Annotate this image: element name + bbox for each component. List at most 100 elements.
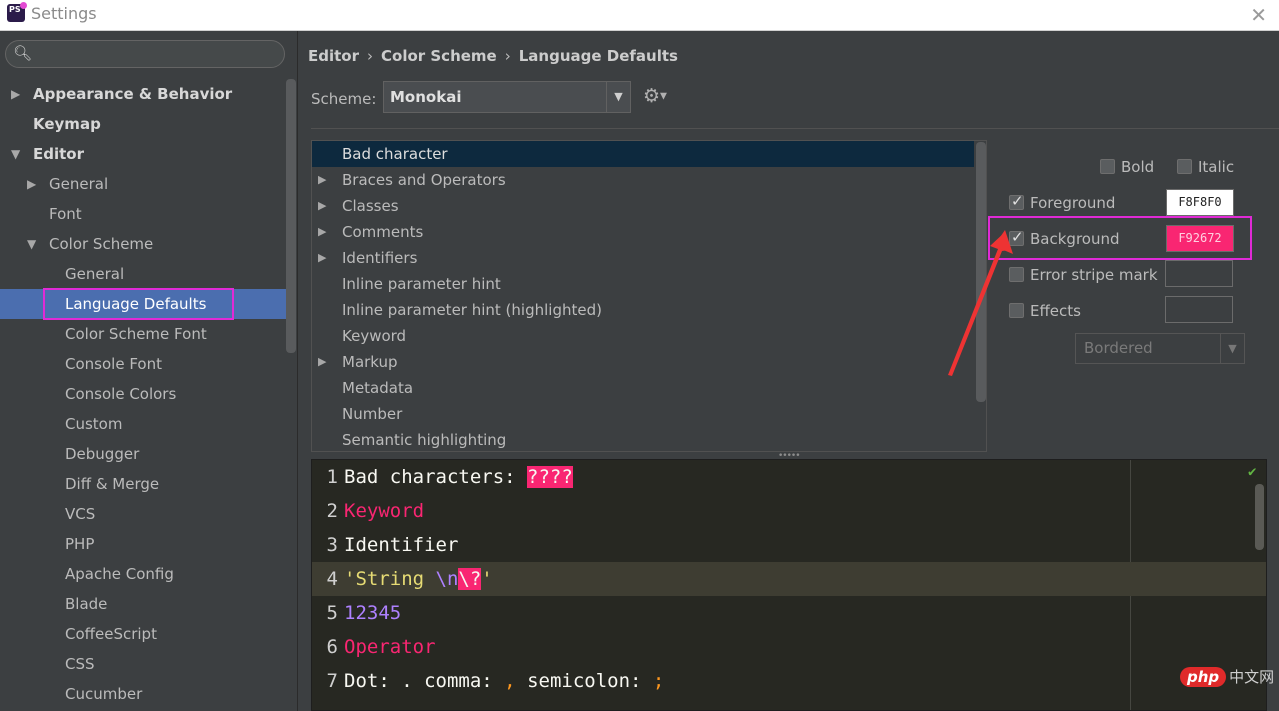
sidebar-item[interactable]: Apache Config: [0, 559, 298, 589]
code-text: Dot:: [344, 670, 402, 692]
effects-type-select[interactable]: Bordered ▼: [1075, 333, 1245, 364]
sidebar-item[interactable]: Blade: [0, 589, 298, 619]
sidebar-item[interactable]: ▼ Color Scheme: [0, 229, 298, 259]
sidebar-scrollbar[interactable]: [286, 79, 296, 353]
effects-color-swatch[interactable]: [1165, 296, 1233, 323]
italic-checkbox-row[interactable]: Italic: [1177, 157, 1234, 176]
watermark-logo: php: [1180, 667, 1227, 687]
scheme-select[interactable]: Monokai ▼: [383, 81, 631, 113]
bad-character-token: ????: [527, 466, 573, 488]
settings-search-input[interactable]: 🔍︎: [5, 40, 285, 68]
attribute-item[interactable]: Number: [312, 401, 986, 427]
attribute-properties: Bold Italic Foreground F8F8F0 Background…: [988, 140, 1279, 452]
chevron-right-icon[interactable]: ▶: [318, 193, 326, 219]
line-number: 1: [326, 466, 338, 488]
breadcrumb-color-scheme[interactable]: Color Scheme: [381, 47, 497, 65]
code-text: semicolon:: [515, 670, 653, 692]
sidebar-item-label: Debugger: [65, 445, 140, 463]
attribute-item[interactable]: Metadata: [312, 375, 986, 401]
chevron-right-icon[interactable]: ▶: [318, 349, 326, 375]
sidebar-item[interactable]: ▶ Appearance & Behavior: [0, 79, 298, 109]
window-title: Settings: [31, 4, 97, 23]
sidebar-item[interactable]: Debugger: [0, 439, 298, 469]
chevron-down-icon[interactable]: ▼: [27, 229, 36, 259]
sidebar-item-label: Font: [49, 205, 82, 223]
breadcrumb-editor[interactable]: Editor: [308, 47, 359, 65]
comma-token: ,: [504, 670, 516, 692]
operator-token: Operator: [344, 636, 436, 658]
sidebar-item[interactable]: CoffeeScript: [0, 619, 298, 649]
attribute-item[interactable]: Bad character: [312, 141, 974, 167]
effects-type-value: Bordered: [1084, 339, 1153, 357]
attribute-item[interactable]: ▶ Comments: [312, 219, 986, 245]
chevron-right-icon[interactable]: ▶: [27, 169, 36, 199]
escape-token: \n: [435, 568, 459, 590]
sidebar-item[interactable]: VCS: [0, 499, 298, 529]
attribute-item[interactable]: Inline parameter hint: [312, 271, 986, 297]
line-number: 3: [326, 534, 338, 556]
chevron-right-icon[interactable]: ▶: [11, 79, 20, 109]
breadcrumb-separator: ›: [367, 47, 373, 65]
sidebar-item-label: Appearance & Behavior: [33, 85, 233, 103]
attribute-item[interactable]: ▶ Markup: [312, 349, 986, 375]
effects-checkbox[interactable]: [1009, 303, 1024, 318]
chevron-right-icon[interactable]: ▶: [318, 219, 326, 245]
attribute-item[interactable]: ▶ Identifiers: [312, 245, 986, 271]
attribute-label: Metadata: [342, 379, 414, 397]
italic-checkbox[interactable]: [1177, 159, 1192, 174]
sidebar-item[interactable]: PHP: [0, 529, 298, 559]
attribute-label: Keyword: [342, 327, 407, 345]
sidebar-item[interactable]: Diff & Merge: [0, 469, 298, 499]
bold-checkbox[interactable]: [1100, 159, 1115, 174]
chevron-down-icon[interactable]: ▼: [11, 139, 20, 169]
code-line: 7 Dot: . comma: , semicolon: ;: [312, 664, 1266, 698]
sidebar-item-label: Custom: [65, 415, 123, 433]
line-number: 2: [326, 500, 338, 522]
foreground-color-swatch[interactable]: F8F8F0: [1166, 189, 1234, 216]
error-stripe-color-swatch[interactable]: [1165, 260, 1233, 287]
gear-icon[interactable]: ⚙▼: [643, 85, 667, 107]
attribute-item[interactable]: ▶ Classes: [312, 193, 986, 219]
sidebar-item[interactable]: Console Font: [0, 349, 298, 379]
sidebar-item[interactable]: General: [0, 259, 298, 289]
effects-checkbox-row[interactable]: Effects: [1009, 301, 1081, 320]
attribute-item[interactable]: Semantic highlighting: [312, 427, 986, 451]
code-preview[interactable]: ✔ 1 Bad characters: ???? 2 Keyword 3 Identi…: [311, 459, 1267, 711]
attribute-item[interactable]: Keyword: [312, 323, 986, 349]
attribute-item[interactable]: ▶ Braces and Operators: [312, 167, 986, 193]
sidebar-item-label: Console Colors: [65, 385, 177, 403]
breadcrumb: Editor › Color Scheme › Language Defaults: [308, 47, 678, 65]
code-text: Bad characters:: [344, 466, 528, 488]
chevron-right-icon[interactable]: ▶: [318, 167, 326, 193]
identifier-token: Identifier: [344, 534, 459, 556]
chevron-right-icon[interactable]: ▶: [318, 245, 326, 271]
breadcrumb-separator: ›: [504, 47, 511, 65]
attribute-label: Braces and Operators: [342, 171, 506, 189]
background-color-swatch[interactable]: F92672: [1166, 225, 1234, 252]
close-icon[interactable]: ✕: [1250, 3, 1267, 27]
sidebar-item[interactable]: ▼ Editor: [0, 139, 298, 169]
bold-checkbox-row[interactable]: Bold: [1100, 157, 1154, 176]
sidebar-item[interactable]: Language Defaults: [0, 288, 286, 320]
attributes-scrollbar[interactable]: [976, 142, 986, 402]
code-text: comma:: [412, 670, 505, 692]
sidebar-item[interactable]: Color Scheme Font: [0, 319, 298, 349]
foreground-checkbox[interactable]: [1009, 192, 1024, 210]
sidebar-item[interactable]: CSS: [0, 649, 298, 679]
attribute-item[interactable]: Inline parameter hint (highlighted): [312, 297, 986, 323]
sidebar-item[interactable]: Font: [0, 199, 298, 229]
foreground-checkbox-row[interactable]: Foreground: [1009, 192, 1115, 212]
error-stripe-checkbox[interactable]: [1009, 267, 1024, 282]
sidebar-item-label: CoffeeScript: [65, 625, 157, 643]
phpstorm-logo-icon: PS: [7, 2, 27, 22]
sidebar-item[interactable]: Cucumber: [0, 679, 298, 709]
background-checkbox[interactable]: [1009, 228, 1024, 246]
line-number: 4: [326, 568, 338, 590]
sidebar-item[interactable]: Console Colors: [0, 379, 298, 409]
sidebar-item[interactable]: ▶ General: [0, 169, 298, 199]
sidebar-item[interactable]: Keymap: [0, 109, 298, 139]
attribute-label: Number: [342, 405, 403, 423]
background-checkbox-row[interactable]: Background: [1009, 228, 1120, 248]
error-stripe-checkbox-row[interactable]: Error stripe mark: [1009, 265, 1158, 284]
sidebar-item[interactable]: Custom: [0, 409, 298, 439]
